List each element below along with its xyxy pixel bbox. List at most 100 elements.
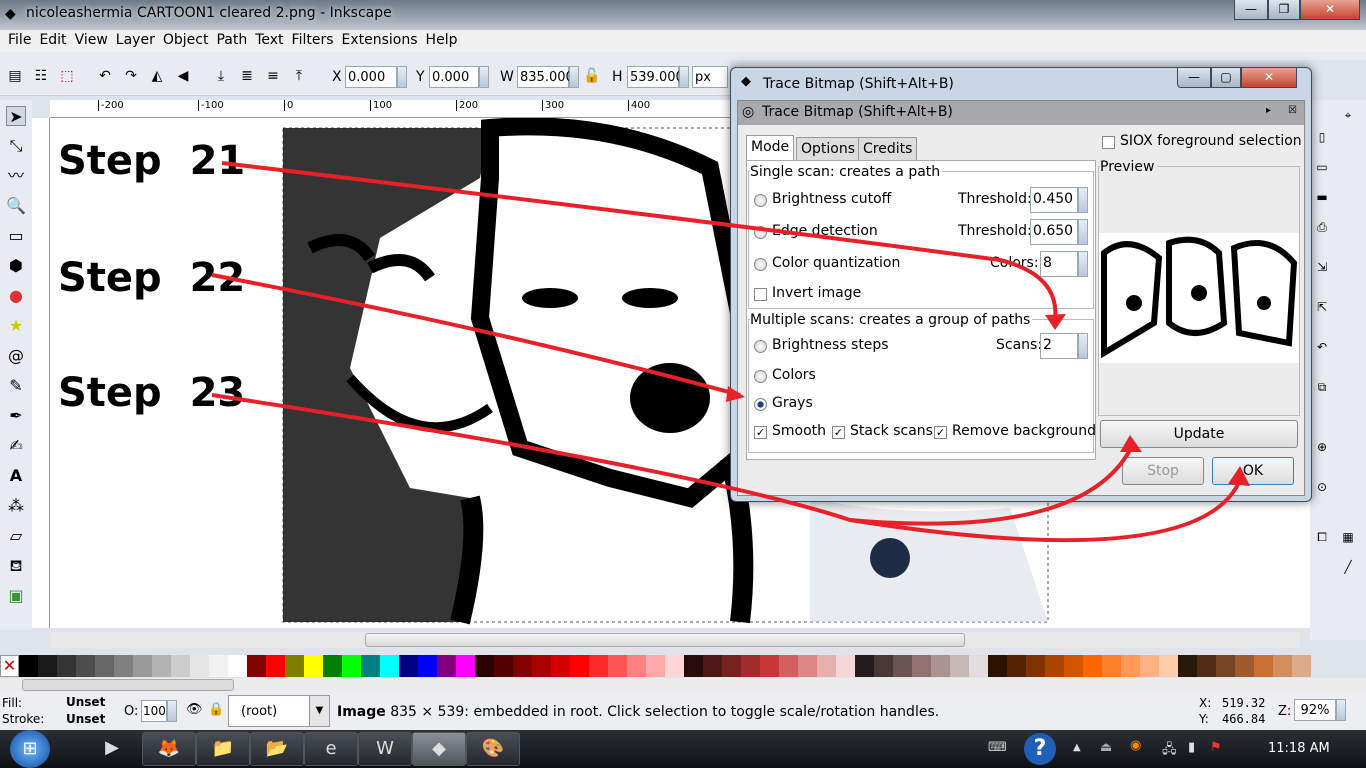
color-swatch[interactable]: [1197, 655, 1216, 677]
w-input[interactable]: 835.000: [517, 66, 574, 88]
ok-button[interactable]: OK: [1212, 457, 1294, 485]
zoom-page-icon[interactable]: ⊙: [1314, 480, 1330, 496]
color-swatch[interactable]: [1254, 655, 1273, 677]
grid-icon[interactable]: ▦: [1340, 530, 1356, 546]
siox-checkbox[interactable]: [1102, 136, 1115, 149]
color-swatch[interactable]: [722, 655, 741, 677]
calligraphy-tool-icon[interactable]: ✍: [6, 436, 26, 456]
menu-filters[interactable]: Filters: [284, 30, 334, 48]
chevron-down-icon[interactable]: ▼: [309, 696, 329, 726]
color-swatch[interactable]: [589, 655, 608, 677]
color-swatch[interactable]: [551, 655, 570, 677]
select-all-layers-icon[interactable]: ☷: [32, 68, 50, 86]
color-swatch[interactable]: [950, 655, 969, 677]
grays-label[interactable]: Grays: [772, 395, 813, 411]
zoom-selection-icon[interactable]: ⊕: [1314, 440, 1330, 456]
palette-scrollbar[interactable]: [0, 678, 1366, 692]
scans-input[interactable]: 2: [1040, 333, 1078, 359]
color-swatch[interactable]: [893, 655, 912, 677]
color-swatch[interactable]: [855, 655, 874, 677]
action-center-icon[interactable]: ⚑: [1210, 740, 1222, 755]
invert-image-label[interactable]: Invert image: [772, 285, 861, 301]
fill-value[interactable]: Unset: [66, 695, 105, 709]
media-player-icon[interactable]: ▶: [86, 732, 138, 766]
tab-credits[interactable]: Credits: [858, 137, 918, 161]
firefox-icon[interactable]: 🦊: [142, 732, 196, 766]
save-icon[interactable]: ▬: [1314, 190, 1330, 206]
layer-select[interactable]: (root) ▼: [228, 695, 330, 727]
colors-spinner[interactable]: [1078, 251, 1088, 277]
color-swatch[interactable]: [817, 655, 836, 677]
color-swatch[interactable]: [114, 655, 133, 677]
eraser-tool-icon[interactable]: ▱: [6, 526, 26, 546]
selector-tool-icon[interactable]: ➤: [6, 106, 26, 126]
color-swatch[interactable]: [285, 655, 304, 677]
color-swatch[interactable]: [95, 655, 114, 677]
show-hidden-icons[interactable]: ▲: [1073, 742, 1081, 753]
smooth-checkbox[interactable]: ✓: [754, 426, 767, 439]
w-spinner[interactable]: [569, 66, 579, 88]
guides-icon[interactable]: ╱: [1340, 560, 1356, 576]
color-swatch[interactable]: [209, 655, 228, 677]
maximize-button[interactable]: ❐: [1268, 0, 1300, 20]
snap-toggle-icon[interactable]: ⌖: [1340, 108, 1356, 124]
siox-label[interactable]: SIOX foreground selection: [1120, 133, 1302, 149]
color-swatch[interactable]: [608, 655, 627, 677]
color-swatch[interactable]: [703, 655, 722, 677]
select-all-icon[interactable]: ▤: [6, 68, 24, 86]
help-icon[interactable]: ?: [1024, 733, 1056, 765]
scans-spinner[interactable]: [1078, 333, 1088, 359]
color-swatch[interactable]: [836, 655, 855, 677]
edge-threshold-spinner[interactable]: [1078, 219, 1088, 245]
x-spinner[interactable]: [397, 66, 407, 88]
color-swatch[interactable]: [266, 655, 285, 677]
internet-explorer-icon[interactable]: e: [304, 732, 358, 766]
panel-collapse-icon[interactable]: ▸: [1266, 105, 1271, 116]
paint-icon[interactable]: 🎨: [466, 732, 520, 766]
update-button[interactable]: Update: [1100, 420, 1298, 448]
export-icon[interactable]: ⇱: [1314, 300, 1330, 316]
folder-app-icon[interactable]: 📂: [250, 732, 304, 766]
explorer-icon[interactable]: 📁: [196, 732, 250, 766]
brightness-threshold-spinner[interactable]: [1078, 187, 1088, 213]
colors-radio[interactable]: [754, 370, 767, 383]
color-swatch[interactable]: [684, 655, 703, 677]
color-swatch[interactable]: [798, 655, 817, 677]
color-swatch[interactable]: [969, 655, 988, 677]
color-swatch[interactable]: [1273, 655, 1292, 677]
duplicate-icon[interactable]: ⧠: [1314, 530, 1330, 546]
color-swatch[interactable]: [532, 655, 551, 677]
bucket-tool-icon[interactable]: ⛾: [6, 556, 26, 576]
lock-icon[interactable]: 🔓: [583, 68, 601, 86]
lower-to-bottom-icon[interactable]: ⤓: [212, 68, 230, 86]
menu-edit[interactable]: Edit: [31, 30, 66, 48]
hide-layer-icon[interactable]: 👁: [186, 702, 203, 717]
edge-detection-radio[interactable]: [754, 226, 767, 239]
power-icon[interactable]: ▮: [1188, 740, 1195, 755]
color-swatch[interactable]: [228, 655, 247, 677]
print-icon[interactable]: ⎙: [1314, 220, 1330, 236]
raise-to-top-icon[interactable]: ⤒: [290, 68, 308, 86]
color-swatch[interactable]: [1216, 655, 1235, 677]
color-swatch[interactable]: [133, 655, 152, 677]
pencil-tool-icon[interactable]: ✎: [6, 376, 26, 396]
color-swatch[interactable]: [1292, 655, 1311, 677]
color-swatch[interactable]: [57, 655, 76, 677]
color-swatch[interactable]: [494, 655, 513, 677]
color-swatch[interactable]: [1159, 655, 1178, 677]
dialog-maximize-button[interactable]: ▢: [1211, 68, 1241, 88]
color-swatch[interactable]: [779, 655, 798, 677]
rotate-ccw-icon[interactable]: ↶: [96, 68, 114, 86]
lock-layer-icon[interactable]: 🔒: [208, 702, 224, 717]
stack-scans-checkbox[interactable]: ✓: [832, 426, 845, 439]
color-swatch[interactable]: [1235, 655, 1254, 677]
start-button[interactable]: ⊞: [10, 730, 50, 768]
pen-tool-icon[interactable]: ✒: [6, 406, 26, 426]
color-swatch[interactable]: [646, 655, 665, 677]
color-swatch[interactable]: [437, 655, 456, 677]
color-swatch[interactable]: [760, 655, 779, 677]
invert-image-checkbox[interactable]: [754, 288, 767, 301]
x-input[interactable]: 0.000: [345, 66, 397, 88]
color-swatch[interactable]: [513, 655, 532, 677]
zoom-tool-icon[interactable]: 🔍: [6, 196, 26, 216]
